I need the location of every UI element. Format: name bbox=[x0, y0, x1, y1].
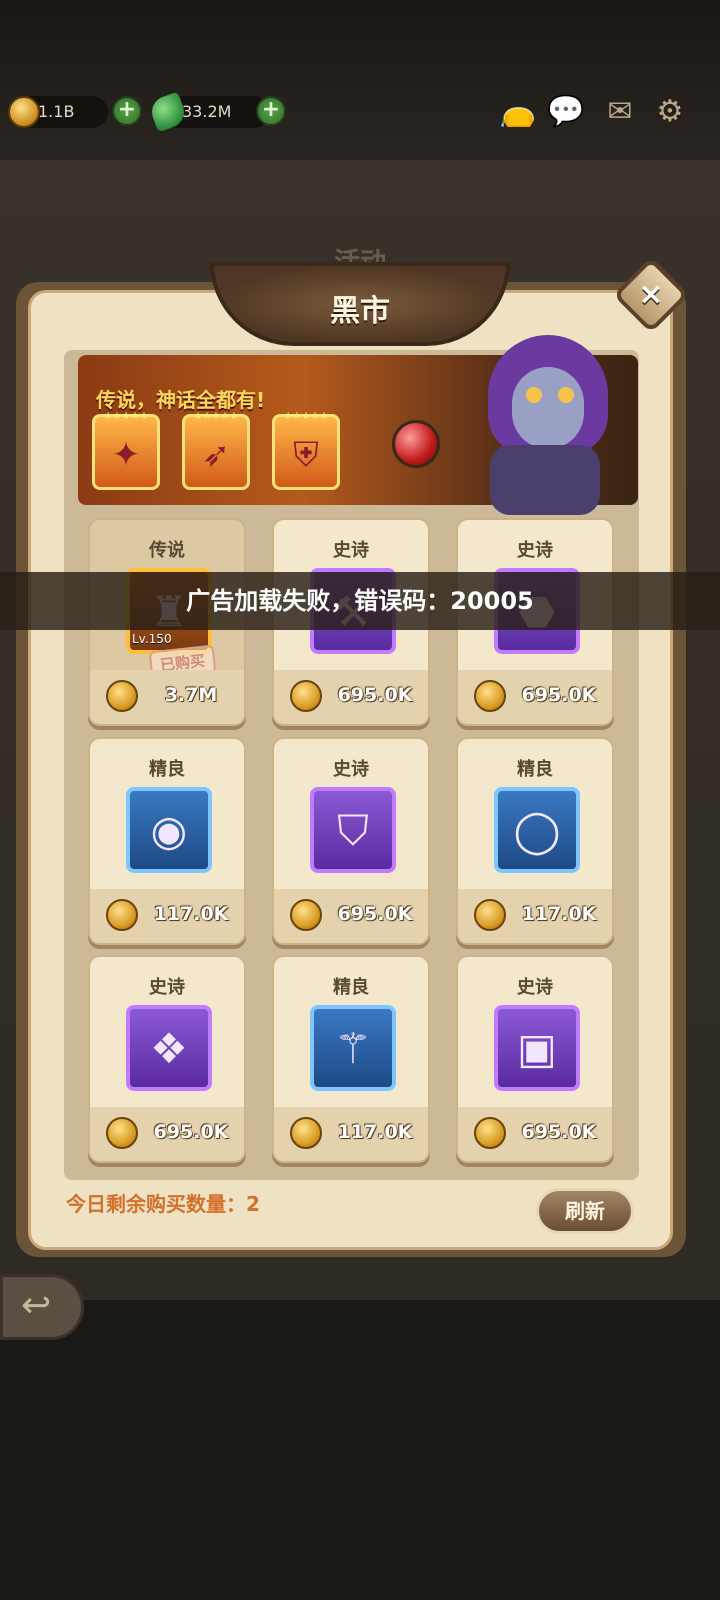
item-price: 695.0K bbox=[337, 684, 413, 706]
panel-title: 黑市 bbox=[330, 294, 390, 329]
gold-counter: 1.1B bbox=[8, 96, 108, 128]
item-price: 117.0K bbox=[521, 903, 597, 925]
gem-amount: 33.2M bbox=[182, 102, 232, 121]
torch-staff-icon: ⚚ bbox=[334, 1024, 372, 1073]
gold-coin-icon bbox=[290, 1117, 322, 1149]
item-rarity: 史诗 bbox=[149, 977, 185, 998]
back-arrow-icon: ↩ bbox=[21, 1285, 52, 1326]
add-gem-button[interactable]: + bbox=[256, 96, 286, 126]
settings-icon[interactable]: ⚙ bbox=[650, 92, 690, 132]
item-icon-frame: ❖ bbox=[126, 1005, 212, 1091]
item-price: 3.7M bbox=[164, 684, 218, 706]
bag-icon[interactable]: 👝 bbox=[498, 92, 538, 132]
background-top bbox=[0, 0, 720, 160]
error-toast: 广告加载失败，错误码：20005 bbox=[186, 587, 534, 615]
item-price: 117.0K bbox=[153, 903, 229, 925]
item-rarity: 精良 bbox=[333, 977, 369, 998]
remaining-purchases: 今日剩余购买数量：2 bbox=[66, 1192, 260, 1216]
item-price: 695.0K bbox=[153, 1121, 229, 1143]
item-rarity: 史诗 bbox=[517, 540, 553, 561]
item-rarity: 史诗 bbox=[517, 977, 553, 998]
staff-icon: ✦ bbox=[111, 435, 141, 475]
item-rarity: 精良 bbox=[517, 759, 553, 780]
item-price: 695.0K bbox=[521, 684, 597, 706]
resource-bar: 1.1B + 33.2M + 👝 💬 ✉ ⚙ bbox=[0, 91, 720, 136]
item-icon-frame: ⛉ bbox=[310, 787, 396, 873]
ring-icon: ◯ bbox=[513, 806, 561, 855]
item-rarity: 史诗 bbox=[333, 540, 369, 561]
shop-item-card[interactable]: 精良 ⚚ 117.0K bbox=[272, 955, 430, 1163]
shop-item-card[interactable]: 精良 ◯ 117.0K bbox=[456, 737, 614, 945]
add-gold-button[interactable]: + bbox=[112, 96, 142, 126]
item-icon-frame: ◯ bbox=[494, 787, 580, 873]
gold-coin-icon bbox=[106, 1117, 138, 1149]
mail-icon[interactable]: ✉ bbox=[600, 92, 640, 132]
shop-item-card[interactable]: 精良 ◉ 117.0K bbox=[88, 737, 246, 945]
leaf-gem-icon bbox=[147, 91, 189, 133]
banner-item-wings: ★★★★★ ➶ bbox=[182, 411, 250, 490]
shop-item-card[interactable]: 史诗 ▣ 695.0K bbox=[456, 955, 614, 1163]
chestplate-icon: ⛉ bbox=[337, 806, 369, 855]
gold-coin-icon bbox=[106, 899, 138, 931]
gold-coin-icon bbox=[474, 899, 506, 931]
armor-icon: ⛨ bbox=[293, 435, 319, 475]
banner-slogan: 传说，神话全都有! bbox=[96, 388, 266, 412]
item-price: 695.0K bbox=[521, 1121, 597, 1143]
amulet-icon: ◉ bbox=[150, 806, 188, 855]
wings-icon: ➶ bbox=[201, 435, 231, 475]
red-orb-icon bbox=[392, 420, 440, 468]
item-price: 117.0K bbox=[337, 1121, 413, 1143]
back-button[interactable]: ↩ bbox=[0, 1274, 84, 1340]
chat-icon[interactable]: 💬 bbox=[546, 92, 586, 132]
gold-coin-icon bbox=[474, 680, 506, 712]
gem-counter: 33.2M bbox=[147, 91, 270, 133]
gold-coin-icon bbox=[8, 96, 40, 128]
gold-coin-icon bbox=[106, 680, 138, 712]
gold-coin-icon bbox=[290, 680, 322, 712]
gem-necklace-icon: ❖ bbox=[150, 1024, 188, 1073]
background-bottom bbox=[0, 1300, 720, 1600]
item-rarity: 精良 bbox=[149, 759, 185, 780]
close-button[interactable]: × bbox=[624, 268, 678, 322]
gold-amount: 1.1B bbox=[38, 102, 75, 121]
item-icon-frame: ⚚ bbox=[310, 1005, 396, 1091]
item-icon-frame: ◉ bbox=[126, 787, 212, 873]
gold-coin-icon bbox=[474, 1117, 506, 1149]
helmet-icon: ▣ bbox=[517, 1024, 557, 1073]
item-level: Lv.150 bbox=[132, 632, 172, 646]
item-price: 695.0K bbox=[337, 903, 413, 925]
shop-item-card[interactable]: 史诗 ❖ 695.0K bbox=[88, 955, 246, 1163]
item-rarity: 史诗 bbox=[333, 759, 369, 780]
banner-item-armor: ★★★★★ ⛨ bbox=[272, 411, 340, 490]
shop-item-card[interactable]: 史诗 ⛉ 695.0K bbox=[272, 737, 430, 945]
gold-coin-icon bbox=[290, 899, 322, 931]
item-rarity: 传说 bbox=[149, 540, 185, 561]
refresh-button[interactable]: 刷新 bbox=[536, 1188, 634, 1234]
item-icon-frame: ▣ bbox=[494, 1005, 580, 1091]
banner-item-staff: ★★★★★ ✦ bbox=[92, 411, 160, 490]
merchant-mascot bbox=[470, 335, 630, 515]
